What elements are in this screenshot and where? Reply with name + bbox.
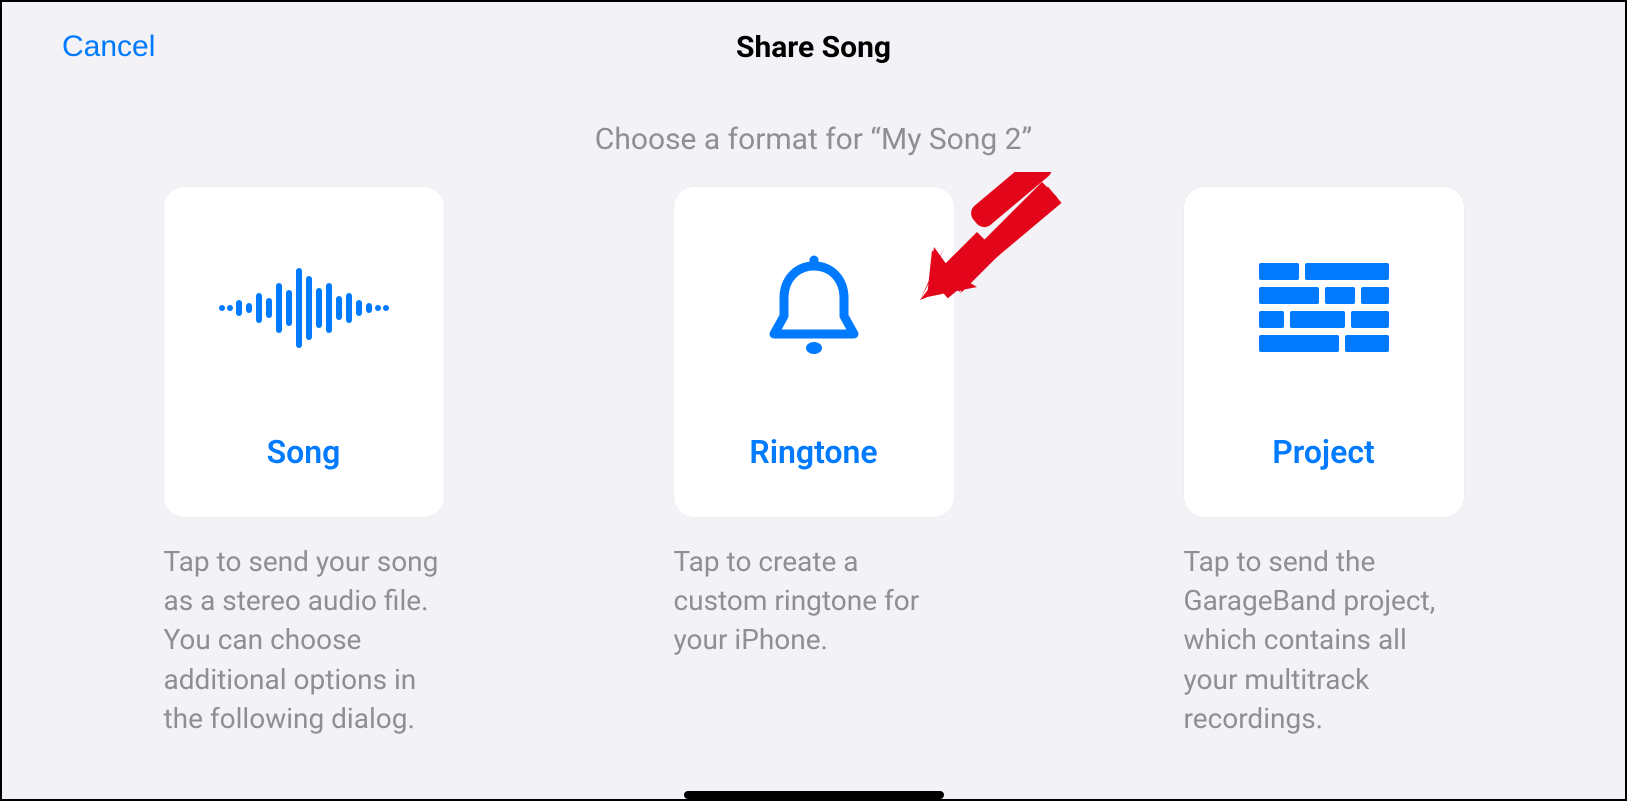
- cards-container: Song Tap to send your song as a stereo a…: [2, 187, 1625, 738]
- page-title: Share Song: [736, 30, 891, 65]
- cancel-button[interactable]: Cancel: [62, 30, 155, 64]
- card-wrapper-project: Project Tap to send the GarageBand proje…: [1184, 187, 1464, 738]
- card-wrapper-ringtone: Ringtone Tap to create a custom ringtone…: [674, 187, 954, 738]
- card-project[interactable]: Project: [1184, 187, 1464, 517]
- tracks-icon: [1259, 233, 1389, 383]
- card-song[interactable]: Song: [164, 187, 444, 517]
- waveform-icon: [214, 233, 394, 383]
- card-project-label: Project: [1272, 433, 1375, 471]
- card-ringtone-description: Tap to create a custom ringtone for your…: [674, 542, 954, 660]
- card-ringtone-label: Ringtone: [749, 433, 877, 471]
- card-ringtone[interactable]: Ringtone: [674, 187, 954, 517]
- card-song-label: Song: [267, 433, 341, 471]
- format-subtitle: Choose a format for “My Song 2”: [2, 122, 1625, 157]
- bell-icon: [754, 233, 874, 383]
- card-song-description: Tap to send your song as a stereo audio …: [164, 542, 444, 738]
- card-project-description: Tap to send the GarageBand project, whic…: [1184, 542, 1464, 738]
- home-indicator[interactable]: [684, 791, 944, 799]
- header: Cancel Share Song: [2, 2, 1625, 72]
- card-wrapper-song: Song Tap to send your song as a stereo a…: [164, 187, 444, 738]
